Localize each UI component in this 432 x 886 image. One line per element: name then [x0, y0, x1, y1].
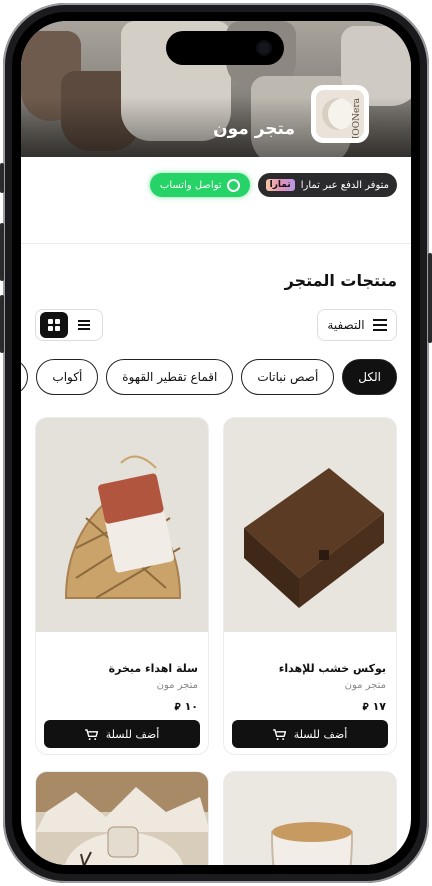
add-to-cart-label: أضف للسلة	[293, 727, 348, 741]
filter-button[interactable]: التصفية	[317, 309, 397, 341]
category-chip-all[interactable]: الكل	[342, 359, 397, 395]
category-chip-plant-pots[interactable]: أصص نباتات	[241, 359, 335, 395]
filter-sliders-icon	[372, 319, 387, 331]
product-price: ١٠ ⃁	[175, 700, 198, 713]
products-section-title: منتجات المتجر	[284, 271, 397, 290]
store-logo: MOONera	[311, 85, 369, 143]
view-toggle	[35, 309, 103, 341]
product-store: متجر مون	[156, 680, 198, 691]
phone-bezel: MOONera متجر مون متوفر الدفع عبر تمارا ت…	[12, 12, 420, 874]
product-image[interactable]	[36, 772, 209, 865]
store-badges: متوفر الدفع عبر تمارا تمارا تواصل واتساب	[149, 173, 397, 197]
product-card[interactable]	[223, 771, 397, 865]
cart-icon	[84, 728, 98, 740]
category-chip-cups[interactable]: أكواب	[36, 359, 99, 395]
whatsapp-label: تواصل واتساب	[159, 179, 222, 191]
product-image[interactable]	[36, 418, 208, 632]
volume-down-button	[0, 295, 4, 353]
riyal-currency-icon: ⃁	[174, 702, 181, 713]
category-chips: الكل أصص نباتات اقماع تقطير القهوة أكواب…	[21, 359, 397, 395]
screen: MOONera متجر مون متوفر الدفع عبر تمارا ت…	[21, 21, 411, 865]
product-name: سلة اهداء مبخرة	[108, 662, 198, 675]
section-divider	[21, 243, 411, 244]
volume-up-button	[0, 223, 4, 281]
tamara-logo: تمارا	[265, 179, 295, 191]
list-icon	[78, 320, 90, 330]
product-card[interactable]	[35, 771, 209, 865]
price-value: ١٧	[372, 700, 386, 713]
riyal-currency-icon: ⃁	[362, 702, 369, 713]
product-store: متجر مون	[344, 680, 386, 691]
grid-icon	[48, 319, 60, 331]
cart-icon	[272, 728, 286, 740]
mute-switch	[0, 163, 4, 193]
dynamic-island	[166, 31, 284, 65]
list-view-button[interactable]	[70, 312, 98, 338]
add-to-cart-button[interactable]: أضف للسلة	[44, 720, 200, 748]
product-price: ١٧ ⃁	[363, 700, 386, 713]
product-name: بوكس خشب للإهداء	[278, 662, 386, 675]
product-card[interactable]: بوكس خشب للإهداء متجر مون ١٧ ⃁ أضف للسلة	[223, 417, 397, 755]
add-to-cart-label: أضف للسلة	[105, 727, 160, 741]
product-image[interactable]	[224, 772, 397, 865]
whatsapp-contact-button[interactable]: تواصل واتساب	[149, 173, 250, 197]
category-chip-coffee-drippers[interactable]: اقماع تقطير القهوة	[106, 359, 234, 395]
phone-frame: MOONera متجر مون متوفر الدفع عبر تمارا ت…	[0, 3, 432, 883]
product-image[interactable]	[224, 418, 396, 632]
payment-label: متوفر الدفع عبر تمارا	[300, 179, 389, 191]
moon-logo-icon	[322, 98, 354, 130]
grid-view-button[interactable]	[40, 312, 68, 338]
add-to-cart-button[interactable]: أضف للسلة	[232, 720, 388, 748]
store-name: متجر مون	[213, 119, 295, 139]
filter-label: التصفية	[327, 318, 365, 332]
whatsapp-icon	[226, 178, 240, 192]
category-chip-more[interactable]: أك	[21, 359, 29, 395]
tamara-payment-badge[interactable]: متوفر الدفع عبر تمارا تمارا	[257, 173, 397, 197]
power-button	[428, 253, 432, 343]
price-value: ١٠	[184, 700, 198, 713]
product-card[interactable]: سلة اهداء مبخرة متجر مون ١٠ ⃁ أضف للسلة	[35, 417, 209, 755]
camera-icon	[258, 42, 270, 54]
logo-text: MOONera	[352, 98, 362, 138]
